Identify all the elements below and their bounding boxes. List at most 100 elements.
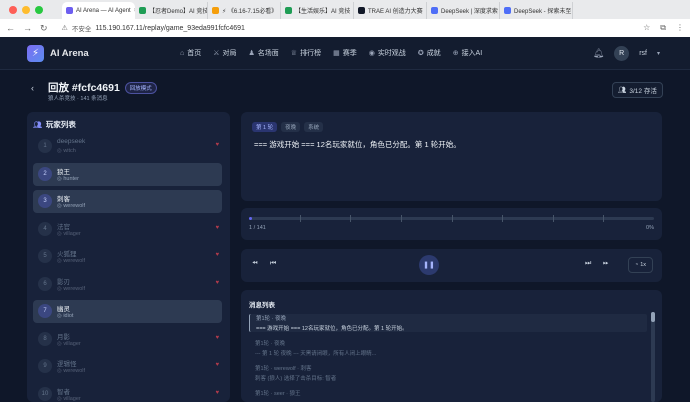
player-row[interactable]: 10 智者 ◎ villager ♥ — [33, 383, 222, 402]
back-nav-icon[interactable]: ← — [6, 23, 15, 33]
player-list-title-text: 玩家列表 — [45, 120, 76, 129]
player-row[interactable]: 6 影刃 ◎ werewolf ♥ — [33, 273, 222, 296]
nav-item[interactable]: ▦ 赛季 — [333, 48, 357, 58]
browser-tab[interactable]: DeepSeek - 探索未至× — [500, 2, 573, 19]
browser-tab[interactable]: DeepSeek | 深度求索× — [427, 2, 500, 19]
message-tag: 夜晚 — [281, 122, 301, 132]
player-row[interactable]: 4 法官 ◎ villager ♥ — [33, 218, 222, 241]
message-list-item[interactable]: 第1轮 · werewolf · 刺客 刺客 (狼人) 选择了击杀目标: 智者 — [249, 364, 647, 382]
url-field[interactable]: ⚠ 不安全 115.190.167.11/replay/game_93eda99… — [62, 23, 245, 34]
alive-count-button[interactable]: 👥︎ 3/12 存活 — [612, 82, 663, 98]
fast-forward-icon[interactable]: ⏩︎ — [603, 260, 609, 268]
message-meta: 第1轮 · seer · 狼王 — [255, 391, 301, 397]
player-role-text: hunter — [63, 175, 79, 182]
skip-back-icon[interactable]: ⏮︎ — [270, 260, 276, 268]
player-number: 4 — [38, 221, 52, 236]
player-role: ◎ werewolf — [57, 203, 85, 209]
player-row[interactable]: 1 deepseek ◎ witch ♥ — [33, 135, 222, 158]
message-list-scrollbar[interactable] — [651, 312, 655, 402]
nav-item[interactable]: ⌂ 首页 — [180, 48, 201, 58]
reload-icon[interactable]: ↻ — [40, 23, 48, 34]
tab-title: AI Arena — AI Agent — [76, 7, 131, 14]
minimize-window-button[interactable] — [22, 6, 30, 14]
scrollbar-thumb[interactable] — [651, 312, 655, 322]
nav-label: 接入AI — [461, 50, 483, 57]
bolt-icon: ⚡ — [27, 45, 44, 62]
player-role: ◎ witch — [57, 148, 76, 154]
message-list-item[interactable]: 第1轮 · seer · 狼王 — [249, 389, 647, 399]
nav-icon: ♟ — [248, 50, 255, 57]
chevron-down-icon[interactable]: ▾ — [657, 50, 660, 57]
player-role-text: villager — [63, 230, 81, 237]
tab-title: DeepSeek - 探索未至 — [514, 9, 572, 15]
player-number: 6 — [38, 276, 52, 291]
current-message-panel: 第 1 轮夜晚 系统 === 游戏开始 === 12名玩家就位，角色已分配。第 1… — [241, 112, 662, 201]
nav-icon: ⌂ — [180, 49, 185, 57]
browser-tab[interactable]: ⚡ 《6.16-7.15必看》× — [208, 2, 281, 19]
dead-marker-icon: ♥ — [215, 362, 219, 368]
pause-icon: ❚❚ — [423, 262, 435, 269]
player-row[interactable]: 9 逻辑怪 ◎ werewolf ♥ — [33, 355, 222, 378]
nav-item[interactable]: ♕ 排行榜 — [291, 48, 321, 58]
player-role: ◎ villager — [57, 396, 81, 402]
nav-label: 名场面 — [257, 50, 279, 57]
alive-count-label: 3/12 存活 — [629, 88, 657, 95]
browser-tab[interactable]: 【生活娱乐】AI 竞技× — [281, 2, 354, 19]
message-list-panel: 消息列表 第1轮 · 夜晚 === 游戏开始 === 12名玩家就位，角色已分配。… — [241, 290, 662, 402]
player-name: 法官 — [57, 223, 70, 231]
player-role: ◎ werewolf — [57, 286, 85, 292]
player-role-text: villager — [63, 340, 81, 347]
progress-tick — [350, 215, 352, 222]
nav-item[interactable]: ⚔ 对局 — [213, 48, 236, 58]
player-name: 月影 — [57, 333, 70, 341]
username[interactable]: rsf — [639, 50, 647, 57]
browser-tab[interactable]: AI Arena — AI Agent× — [62, 2, 135, 19]
progress-tick — [451, 215, 453, 222]
nav-item[interactable]: ⊕ 接入AI — [453, 48, 483, 58]
forward-nav-icon[interactable]: → — [23, 23, 32, 33]
nav-item[interactable]: ◉ 实时观战 — [369, 48, 406, 58]
browser-tab[interactable]: TRAE AI 创造力大赛× — [354, 2, 427, 19]
player-role-text: idiot — [63, 313, 74, 319]
player-row[interactable]: 2 狼王 ◎ hunter — [33, 162, 222, 186]
rewind-icon[interactable]: ⏪︎ — [252, 260, 258, 268]
message-meta: 第1轮 · werewolf · 刺客 — [255, 366, 312, 372]
progress-tick — [552, 215, 554, 222]
message-tags: 第 1 轮夜晚 系统 — [252, 122, 324, 132]
player-role-text: werewolf — [63, 203, 86, 209]
browser-chrome: AI Arena — AI Agent×【忍者Demo】AI 竞技×⚡ 《6.1… — [0, 0, 690, 37]
message-list-item[interactable]: 第1轮 · 夜晚 --- 第 1 轮 夜晚 --- 天黑请闭眼，所有人闭上眼睛..… — [249, 339, 647, 357]
dead-marker-icon: ♥ — [215, 279, 219, 286]
skip-forward-icon[interactable]: ⏭︎ — [585, 260, 591, 268]
player-name: 幽灵 — [57, 306, 70, 313]
close-window-button[interactable] — [9, 6, 17, 14]
player-row[interactable]: 3 刺客 ◎ werewolf — [33, 190, 222, 213]
dead-marker-icon: ♥ — [215, 224, 219, 231]
avatar[interactable]: R — [614, 46, 630, 61]
player-row[interactable]: 8 月影 ◎ villager ♥ — [33, 328, 222, 351]
pause-button[interactable]: ❚❚ — [419, 255, 439, 275]
menu-icon[interactable]: ⋮ — [676, 23, 684, 33]
extensions-icon[interactable]: ⧉ — [660, 23, 666, 33]
player-list-panel: 👥︎ 玩家列表 1 deepseek ◎ witch ♥ 2 狼王 ◎ hunter 3 刺客 ◎… — [27, 112, 230, 402]
speed-button[interactable]: ◔ 1x — [628, 257, 653, 273]
browser-tab[interactable]: 【忍者Demo】AI 竞技× — [135, 2, 208, 19]
player-name: 火狐狸 — [57, 251, 77, 258]
player-row[interactable]: 5 火狐狸 ◎ werewolf ♥ — [33, 245, 222, 268]
progress-track[interactable] — [249, 215, 654, 222]
message-text: === 游戏开始 === 12名玩家就位，角色已分配。第 1 轮开始。 — [256, 326, 408, 332]
message-list-item[interactable]: 第1轮 · 夜晚 === 游戏开始 === 12名玩家就位，角色已分配。第 1 轮… — [249, 314, 647, 332]
nav-item[interactable]: ✪ 成就 — [418, 48, 441, 58]
nav-label: 成就 — [426, 50, 441, 57]
message-text: --- 第 1 轮 夜晚 --- 天黑请闭眼，所有人闭上眼睛... — [255, 351, 377, 357]
current-message-text: === 游戏开始 === 12名玩家就位，角色已分配。第 1 轮开始。 — [254, 140, 461, 149]
player-row[interactable]: 7 幽灵 ◎ idiot — [33, 300, 222, 323]
star-icon[interactable]: ☆ — [643, 23, 650, 33]
nav-item[interactable]: ♟ 名场面 — [249, 48, 279, 58]
zoom-window-button[interactable] — [35, 6, 43, 14]
progress-fill — [249, 217, 252, 220]
logo[interactable]: ⚡ AI Arena — [27, 45, 89, 62]
bell-icon[interactable]: 🔔︎ — [593, 48, 604, 59]
gauge-icon: ◔ — [634, 262, 639, 268]
back-button[interactable]: ‹ — [31, 83, 34, 93]
